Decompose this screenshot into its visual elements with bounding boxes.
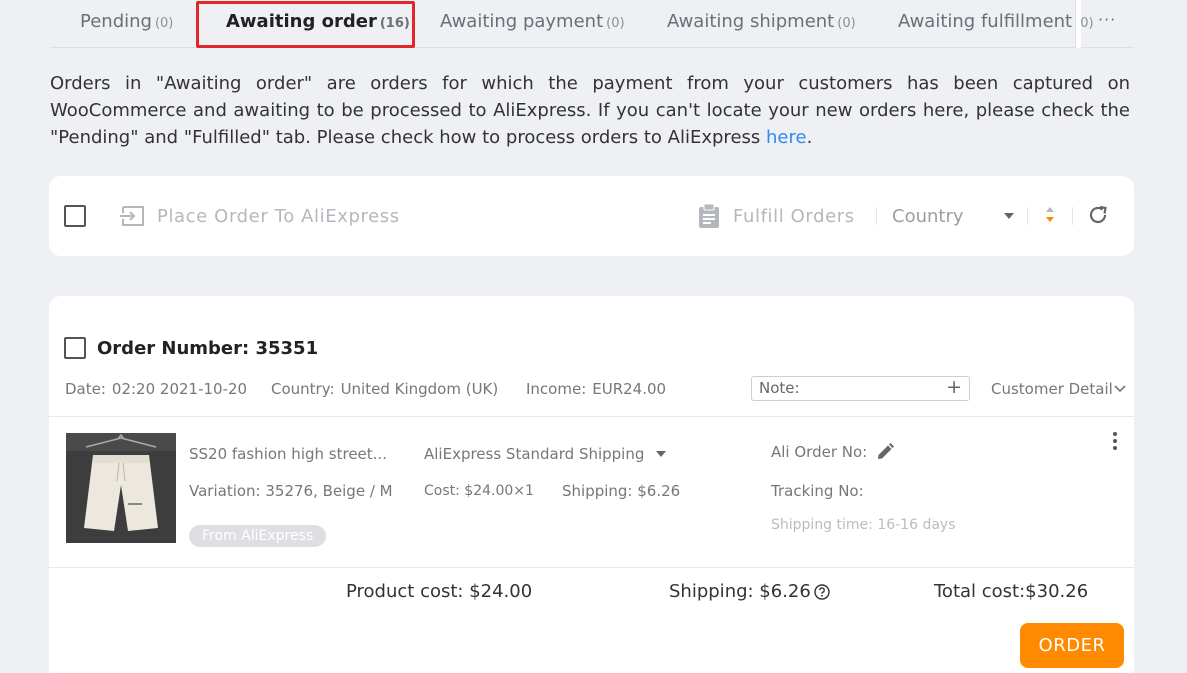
select-all-checkbox[interactable] [64,205,86,227]
divider [49,567,1134,568]
ali-order-label: Ali Order No: [771,443,868,461]
country-select[interactable]: Country [892,202,1014,230]
fulfill-orders-label: Fulfill Orders [733,205,855,227]
date-label: Date: [65,380,106,398]
more-options-icon[interactable] [1112,431,1118,451]
order-button[interactable]: ORDER [1020,623,1124,668]
tab-pending[interactable]: Pending (0) [80,0,173,46]
clipboard-icon [699,203,719,228]
question-circle-icon[interactable] [814,583,830,600]
fulfill-orders-button[interactable]: Fulfill Orders [697,202,855,230]
note-placeholder: Note: [759,379,800,397]
country-select-value: Country [892,205,964,227]
tab-count: (0) [837,16,856,31]
tab-label: Awaiting payment [440,11,604,32]
tabs-scroll-fade [1075,0,1081,48]
date-value: 02:20 2021-10-20 [111,380,248,398]
order-income: Income: EUR24.00 [526,380,666,398]
toolbar-divider [876,207,877,225]
item-cost: Cost: $24.00×1 [424,483,534,499]
total-cost: Total cost:$30.26 [934,581,1089,602]
product-cost-total: Product cost: $24.00 [346,581,533,602]
refresh-icon[interactable] [1087,204,1109,226]
shipping-method-select[interactable]: AliExpress Standard Shipping [424,445,667,463]
sort-icon[interactable] [1043,203,1057,227]
tab-awaiting-shipment[interactable]: Awaiting shipment (0) [667,0,856,46]
shipping-total-value: Shipping: $6.26 [669,581,811,602]
note-field[interactable]: Note: + [751,376,970,401]
order-country: Country: United Kingdom (UK) [271,380,498,398]
chevron-down-icon [1004,213,1014,219]
country-value: United Kingdom (UK) [340,380,499,398]
bulk-action-toolbar: Place Order To AliExpress Fulfill Orders… [49,176,1134,256]
tab-label: Pending [80,11,152,32]
description-text: Orders in "Awaiting order" are orders fo… [50,73,1130,148]
customer-detail-label: Customer Detail [991,380,1113,398]
tab-description: Orders in "Awaiting order" are orders fo… [50,70,1130,151]
shipping-total: Shipping: $6.26 [669,581,830,602]
tab-awaiting-payment[interactable]: Awaiting payment (0) [440,0,625,46]
divider [49,416,1134,417]
order-checkbox[interactable] [64,337,86,359]
tab-count: (0) [606,16,625,31]
export-icon [120,206,144,226]
pencil-icon[interactable] [875,442,895,462]
product-name[interactable]: SS20 fashion high street... [189,445,387,463]
tracking-number: Tracking No: [771,482,864,500]
country-label: Country: [271,380,335,398]
product-image [66,433,176,543]
order-date: Date: 02:20 2021-10-20 [65,380,247,398]
tab-label: Awaiting shipment [667,11,835,32]
help-link[interactable]: here [766,127,807,148]
product-variation: Variation: 35276, Beige / M [189,482,393,500]
income-label: Income: [526,380,587,398]
tab-label: Awaiting fulfillment [898,11,1073,32]
place-order-label: Place Order To AliExpress [157,205,400,227]
active-tab-highlight [196,1,415,48]
shipping-time: Shipping time: 16-16 days [771,517,956,533]
add-note-icon[interactable]: + [946,376,962,399]
ali-order-number: Ali Order No: [771,442,895,462]
caret-down-icon [656,451,667,457]
toolbar-divider [1027,207,1028,225]
description-end: . [806,127,813,148]
chevron-down-icon [1114,385,1126,393]
order-number: Order Number: 35351 [97,338,319,359]
shipping-method-value: AliExpress Standard Shipping [424,445,645,463]
order-card: Order Number: 35351 Date: 02:20 2021-10-2… [49,296,1134,673]
source-badge: From AliExpress [189,525,327,547]
tab-awaiting-fulfillment[interactable]: Awaiting fulfillment (0) [898,0,1094,46]
place-order-button[interactable]: Place Order To AliExpress [119,202,400,230]
product-thumbnail [66,433,176,543]
income-value: EUR24.00 [592,380,667,398]
tab-count: (0) [154,16,174,31]
more-tabs-button[interactable]: ··· [1098,0,1116,46]
toolbar-divider [1072,207,1073,225]
customer-detail-toggle[interactable]: Customer Detail [991,380,1126,398]
item-shipping: Shipping: $6.26 [562,482,681,500]
